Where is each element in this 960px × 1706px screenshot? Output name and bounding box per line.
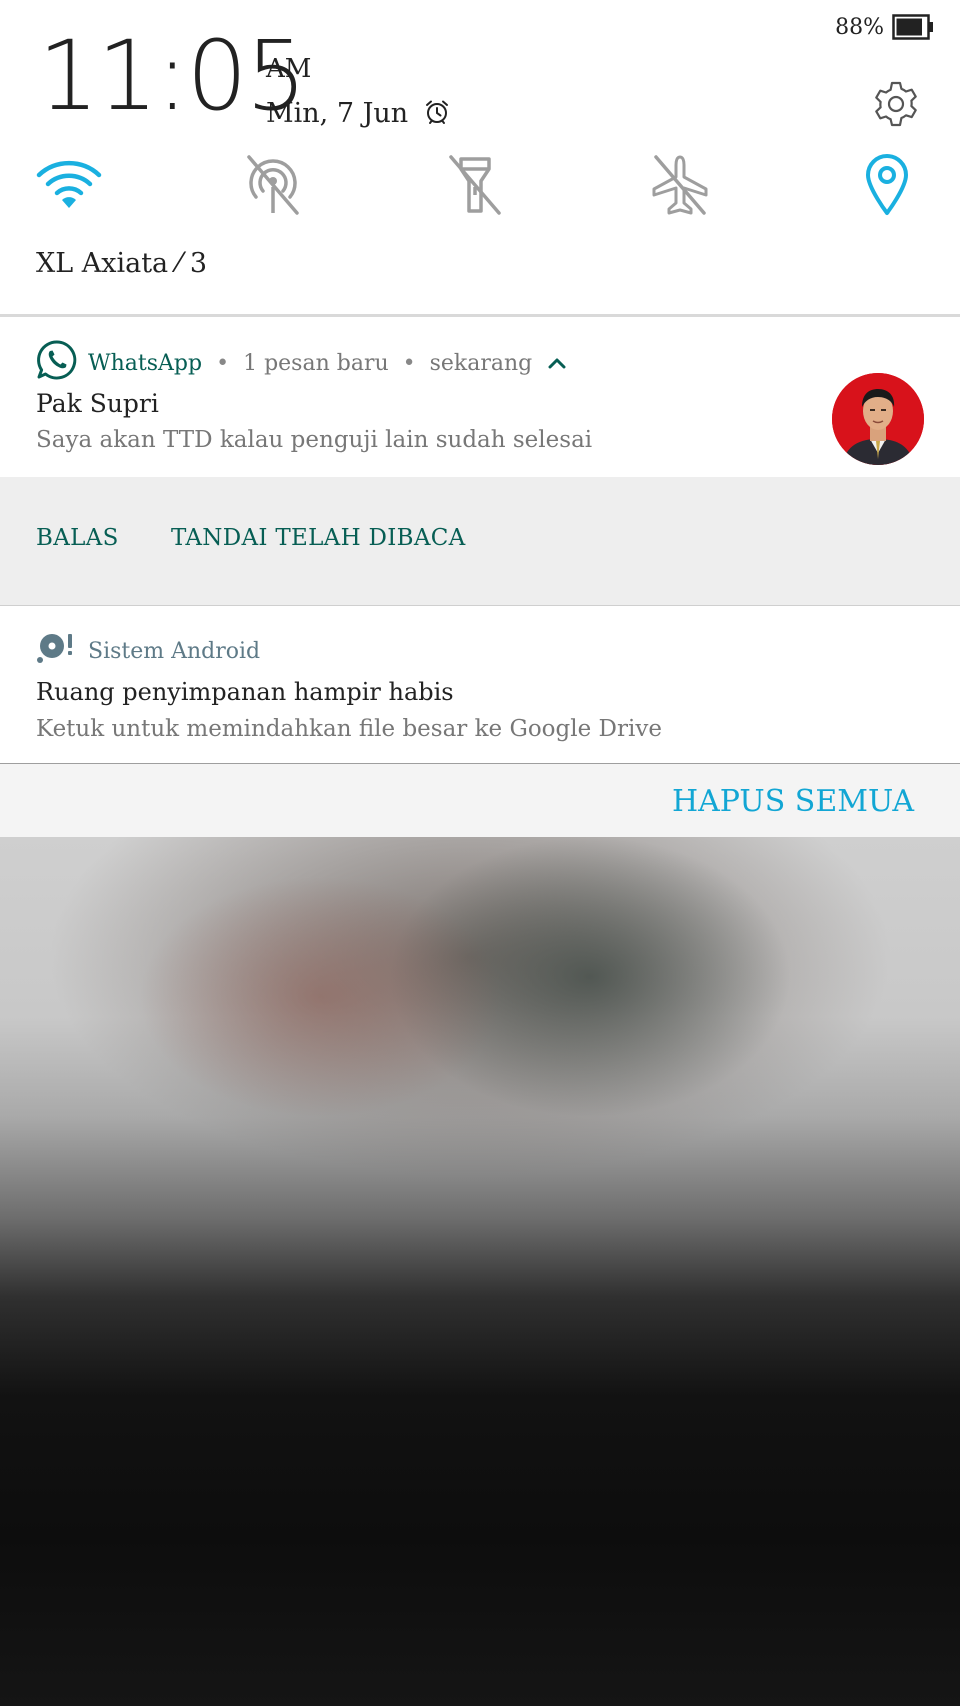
hotspot-toggle[interactable] <box>238 150 308 220</box>
notification-time: sekarang <box>429 350 533 376</box>
location-toggle[interactable] <box>852 150 922 220</box>
airplane-toggle[interactable] <box>645 150 715 220</box>
notification-app-name: Sistem Android <box>88 638 261 664</box>
notification-text: Ketuk untuk memindahkan file besar ke Go… <box>36 716 662 742</box>
chevron-up-icon[interactable] <box>548 356 566 370</box>
clock-time: 11:05 <box>38 20 307 132</box>
battery-percent: 88% <box>835 14 884 40</box>
flashlight-toggle[interactable] <box>440 150 510 220</box>
notification-app-name: WhatsApp <box>88 350 203 376</box>
battery-icon <box>892 14 934 40</box>
whatsapp-icon <box>36 339 78 387</box>
notification-actions: BALAS TANDAI TELAH DIBACA <box>0 477 960 606</box>
notification-header: Sistem Android <box>36 632 260 670</box>
system-notification[interactable]: Sistem Android Ruang penyimpanan hampir … <box>0 606 960 764</box>
clear-all-button[interactable]: HAPUS SEMUA <box>672 784 914 819</box>
flashlight-off-icon <box>449 155 501 215</box>
dot-separator: • <box>402 350 416 376</box>
mark-read-button[interactable]: TANDAI TELAH DIBACA <box>171 525 466 551</box>
notification-summary: 1 pesan baru <box>243 350 389 376</box>
wallpaper-blur <box>0 837 960 1706</box>
wifi-icon <box>36 160 102 208</box>
dot-separator: • <box>216 350 230 376</box>
contact-avatar <box>832 373 924 465</box>
storage-warning-icon <box>36 632 76 670</box>
date-row: Min, 7 Jun <box>266 98 450 129</box>
notification-title: Ruang penyimpanan hampir habis <box>36 678 454 706</box>
clock-ampm: AM <box>266 54 312 84</box>
notification-header: WhatsApp • 1 pesan baru • sekarang <box>36 339 566 387</box>
notification-text: Saya akan TTD kalau penguji lain sudah s… <box>36 427 593 453</box>
quick-toggles-row <box>0 150 960 220</box>
hotspot-off-icon <box>247 155 299 215</box>
clear-all-bar: HAPUS SEMUA <box>0 764 960 837</box>
date-text: Min, 7 Jun <box>266 98 409 129</box>
location-icon <box>866 154 908 215</box>
settings-gear-icon[interactable] <box>872 80 920 128</box>
whatsapp-notification[interactable]: WhatsApp • 1 pesan baru • sekarang Pak S… <box>0 317 960 477</box>
status-bar: 88% <box>835 12 934 42</box>
carrier-name: XL Axiata ⁄ 3 <box>36 248 207 279</box>
notification-title: Pak Supri <box>36 389 159 418</box>
airplane-off-icon <box>652 155 708 215</box>
alarm-icon <box>424 99 450 129</box>
wifi-toggle[interactable] <box>34 150 104 220</box>
quick-settings-panel: 88% 11:05 AM Min, 7 Jun XL Axiata ⁄ 3 <box>0 0 960 316</box>
reply-button[interactable]: BALAS <box>36 525 119 551</box>
